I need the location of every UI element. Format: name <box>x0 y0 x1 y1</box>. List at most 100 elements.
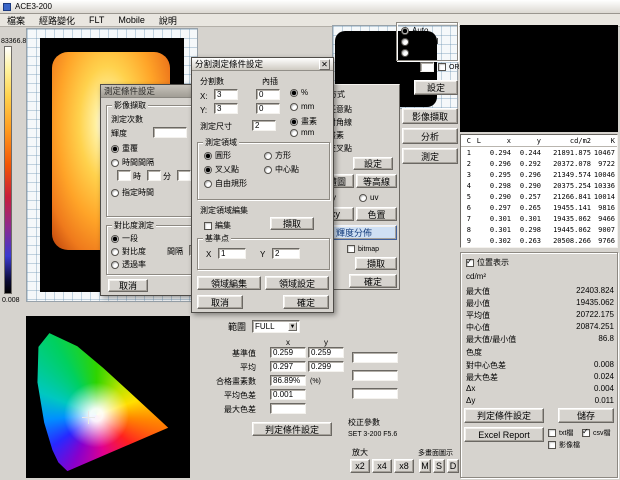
checkbox-image-file[interactable]: 影像檔 <box>548 440 580 450</box>
checkbox-txt-file[interactable]: txt檔 <box>548 428 573 438</box>
camera-image-view[interactable] <box>460 25 618 132</box>
ref-x-field[interactable]: 0.259 <box>270 347 306 358</box>
hour-field[interactable] <box>117 170 131 181</box>
capture-button[interactable]: 影像擷取 <box>402 108 458 124</box>
radio-icon <box>290 103 298 111</box>
radio-mm-unit[interactable]: mm <box>290 102 314 111</box>
radio-center[interactable]: 中心點 <box>264 164 299 175</box>
checkbox-or[interactable]: OR <box>438 63 460 71</box>
radio-manual[interactable]: Manual <box>401 37 438 46</box>
aux-field-2[interactable] <box>352 370 398 381</box>
display-grab-button[interactable]: 擷取 <box>355 257 397 270</box>
settings-button[interactable]: 設定 <box>414 80 458 95</box>
y-div-field[interactable]: 3 <box>214 103 238 114</box>
stat-max-color-diff: 最大色差0.024 <box>466 372 614 383</box>
zoom-x8-button[interactable]: x8 <box>394 459 414 473</box>
base-y-label: Y <box>260 250 265 260</box>
checkbox-bitmap[interactable]: bitmap <box>347 245 379 253</box>
zoom-x4-button[interactable]: x4 <box>372 459 392 473</box>
radio-cross[interactable]: 叉乂點 <box>204 164 239 175</box>
excel-report-button[interactable]: Excel Report <box>464 427 544 442</box>
ref-y-field[interactable]: 0.259 <box>308 347 344 358</box>
radio-ss[interactable]: SS <box>401 48 423 57</box>
mode-set-button[interactable]: 設定 <box>353 157 393 170</box>
radio-icon <box>264 166 272 174</box>
area-edit-button[interactable]: 領域編集 <box>197 276 261 290</box>
pass-pixel-field[interactable]: 86.89% <box>270 375 306 386</box>
cie-chromaticity-diagram[interactable] <box>26 316 190 478</box>
radio-square[interactable]: 方形 <box>264 150 291 161</box>
display-ok-button[interactable]: 確定 <box>349 274 397 288</box>
x-interp-field[interactable]: 0 <box>256 89 280 100</box>
area-set-button[interactable]: 領域設定 <box>265 276 329 290</box>
size-field[interactable]: 2 <box>252 120 276 131</box>
aux-field-3[interactable] <box>352 388 398 399</box>
radio-icon <box>111 261 119 269</box>
ref-value-label: 基準值 <box>232 349 256 359</box>
menu-mobile[interactable]: Mobile <box>111 15 152 25</box>
grab-button[interactable]: 擷取 <box>270 217 314 230</box>
multi-m-button[interactable]: M <box>419 459 431 473</box>
split-cancel-button[interactable]: 取消 <box>197 295 243 309</box>
checkbox-icon <box>204 222 212 230</box>
checkbox-icon <box>548 429 556 437</box>
radio-contrast[interactable]: 對比度 <box>111 246 146 257</box>
contour-view-button[interactable]: 等高線 <box>356 174 397 188</box>
radio-transmittance[interactable]: 透過率 <box>111 259 146 270</box>
radio-specified-time[interactable]: 指定時間 <box>111 187 154 198</box>
radio-one-step[interactable]: 一段 <box>111 233 138 244</box>
x-div-field[interactable]: 3 <box>214 89 238 100</box>
avg-x-field[interactable]: 0.297 <box>270 361 306 372</box>
split-ok-button[interactable]: 確定 <box>283 295 329 309</box>
max-color-diff-field[interactable] <box>270 403 306 414</box>
table-row: 70.3010.30119435.0629466 <box>461 213 617 224</box>
y-interp-field[interactable]: 0 <box>256 103 280 114</box>
measure-cancel-button[interactable]: 取消 <box>108 279 148 292</box>
app-icon <box>3 3 11 11</box>
radio-pixel-unit[interactable]: 畫素 <box>290 116 317 127</box>
stat-delta-y: Δy0.011 <box>466 396 614 405</box>
minute-field[interactable] <box>147 170 161 181</box>
scale-min-label: 0.008 <box>2 296 20 306</box>
aux-field-1[interactable] <box>352 352 398 363</box>
radio-free-shape[interactable]: 自由規形 <box>204 178 247 189</box>
base-y-field[interactable]: 2 <box>272 248 300 259</box>
close-icon[interactable]: ✕ <box>319 59 330 70</box>
radio-mm-unit-2[interactable]: mm <box>290 128 314 137</box>
menu-file[interactable]: 檔案 <box>0 14 32 27</box>
menu-help[interactable]: 說明 <box>152 14 184 27</box>
multi-s-button[interactable]: S <box>433 459 445 473</box>
save-button[interactable]: 儲存 <box>558 408 614 423</box>
chevron-down-icon[interactable]: ▼ <box>288 322 297 331</box>
checkbox-csv-file[interactable]: ✓csv檔 <box>582 428 611 438</box>
radio-circle[interactable]: 圓形 <box>204 150 231 161</box>
radio-icon <box>290 118 298 126</box>
measurement-table[interactable]: CLxycd/m2K 10.2940.24421891.87510467 20.… <box>460 134 618 248</box>
luminance-field[interactable] <box>153 127 187 138</box>
stat-avg: 平均值20722.175 <box>466 310 614 321</box>
dialog-title-bar[interactable]: 分割測定條件設定 ✕ <box>192 58 333 71</box>
avg-color-diff-field[interactable]: 0.001 <box>270 389 306 400</box>
gain-field[interactable] <box>420 62 434 72</box>
menu-flt[interactable]: FLT <box>82 15 111 25</box>
measure-button[interactable]: 測定 <box>402 148 458 164</box>
analyze-button[interactable]: 分析 <box>402 128 458 144</box>
radio-auto[interactable]: Auto <box>401 26 428 35</box>
menu-path-change[interactable]: 經路變化 <box>32 14 82 27</box>
base-x-field[interactable]: 1 <box>218 248 246 259</box>
multi-d-button[interactable]: D <box>447 459 459 473</box>
stats-judge-button[interactable]: 判定條件設定 <box>464 408 544 423</box>
avg-y-field[interactable]: 0.299 <box>308 361 344 372</box>
radio-time-interval[interactable]: 時間間隔 <box>111 157 154 168</box>
bottom-judge-button[interactable]: 判定條件設定 <box>252 422 332 436</box>
radio-repeat[interactable]: 重覆 <box>111 143 138 154</box>
second-field[interactable] <box>177 170 191 181</box>
radio-percent[interactable]: % <box>290 88 308 97</box>
zoom-x2-button[interactable]: x2 <box>350 459 370 473</box>
radio-uv[interactable]: uv <box>359 193 378 202</box>
range-select[interactable]: FULL▼ <box>252 320 300 333</box>
checkbox-position-display[interactable]: ✓位置表示 <box>466 257 509 268</box>
chroma-view-button[interactable]: 色置 <box>356 207 397 221</box>
checkbox-edit[interactable]: 編集 <box>204 220 231 231</box>
cdm2-unit-label: cd/m² <box>466 272 486 282</box>
